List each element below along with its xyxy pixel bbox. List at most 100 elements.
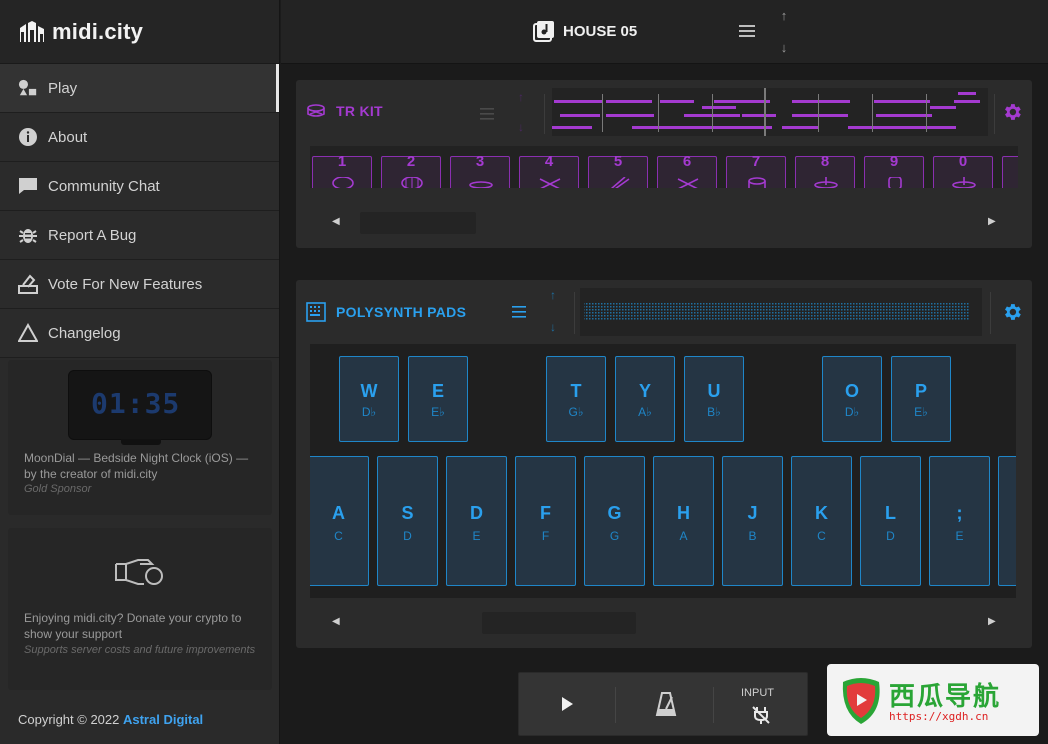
tr-kit-pad-strip: 1 2 3 4 5 6 7 8 9 0 (310, 146, 1018, 188)
synth-key-s[interactable]: SD (377, 456, 438, 586)
tr-kit-scrollbar[interactable]: ◀ ▶ (326, 212, 1006, 234)
tr-kit-pad-8[interactable]: 8 (795, 153, 855, 188)
tr-kit-pattern-graphic (552, 88, 980, 136)
synth-key-d[interactable]: DE (446, 456, 507, 586)
synth-key-o[interactable]: O D♭ (822, 356, 882, 442)
tr-kit-pad-partial[interactable] (1002, 156, 1018, 188)
polysynth-settings-gear-icon[interactable] (1001, 301, 1023, 323)
scroll-right-arrow-icon[interactable]: ▶ (988, 616, 996, 627)
tr-kit-sequence-preview[interactable] (552, 88, 988, 136)
polysynth-menu-icon[interactable] (512, 306, 526, 318)
song-selector[interactable]: HOUSE 05 (533, 20, 637, 42)
tr-kit-pad-5[interactable]: 5 (588, 153, 648, 188)
sponsor-tier: Gold Sponsor (24, 483, 92, 495)
key-letter: F (540, 503, 551, 523)
key-letter: K (815, 503, 828, 523)
synth-key-y[interactable]: Y A♭ (615, 356, 675, 442)
tr-kit-panel: TR KIT ↑ ↓ 1 2 3 4 5 6 7 8 9 0 ◀ ▶ (296, 80, 1032, 248)
tr-kit-pad-6[interactable]: 6 (657, 153, 717, 188)
key-letter: E (431, 381, 444, 401)
synth-key-k[interactable]: KC (791, 456, 852, 586)
song-prev-arrow-icon[interactable]: ↑ (777, 8, 791, 23)
synth-key-semicolon[interactable]: ; E (929, 456, 990, 586)
pad-number: 2 (406, 153, 416, 170)
key-letter: L (885, 503, 896, 523)
scroll-right-arrow-icon[interactable]: ▶ (988, 216, 996, 227)
menu-icon[interactable] (739, 24, 755, 38)
key-letter: A (332, 503, 345, 523)
triangle-icon (18, 323, 38, 343)
watermark-url: https://xgdh.cn (889, 710, 989, 723)
key-letter: J (747, 503, 758, 523)
tr-kit-pad-9[interactable]: 9 (864, 153, 924, 188)
synth-key-l[interactable]: LD (860, 456, 921, 586)
divider (713, 687, 714, 723)
synth-key-f[interactable]: FF (515, 456, 576, 586)
scrollbar-thumb[interactable] (360, 212, 476, 234)
synth-key-partial[interactable] (998, 456, 1016, 586)
drum-sound-icon (332, 177, 354, 188)
polysynth-down-arrow-icon[interactable]: ↓ (550, 320, 556, 334)
tr-kit-up-arrow-icon[interactable]: ↑ (518, 90, 524, 104)
key-letter: G (607, 503, 622, 523)
tr-kit-menu-icon[interactable] (480, 108, 494, 120)
metronome-icon[interactable] (654, 691, 678, 717)
polysynth-up-arrow-icon[interactable]: ↑ (550, 288, 556, 302)
tr-kit-header: TR KIT (306, 102, 383, 120)
key-note: C (817, 529, 826, 543)
music-library-icon (533, 21, 554, 42)
synth-key-u[interactable]: U B♭ (684, 356, 744, 442)
company-link[interactable]: Astral Digital (123, 712, 203, 727)
tr-kit-settings-gear-icon[interactable] (1001, 101, 1023, 123)
copyright: Copyright © 2022 Astral Digital (18, 712, 203, 727)
song-next-arrow-icon[interactable]: ↓ (777, 40, 791, 55)
synth-key-j[interactable]: JB (722, 456, 783, 586)
nav-label: Vote For New Features (48, 275, 203, 293)
nav-item-community-chat[interactable]: Community Chat (0, 162, 279, 211)
nav-item-report-bug[interactable]: Report A Bug (0, 211, 279, 260)
tr-kit-pad-2[interactable]: 2 (381, 153, 441, 188)
song-title: HOUSE 05 (563, 22, 638, 40)
synth-key-g[interactable]: GG (584, 456, 645, 586)
tr-kit-pad-0[interactable]: 0 (933, 153, 993, 188)
tr-kit-pad-7[interactable]: 7 (726, 153, 786, 188)
sponsor-card[interactable]: 01:35 MoonDial — Bedside Night Clock (iO… (8, 360, 272, 515)
tr-kit-pad-4[interactable]: 4 (519, 153, 579, 188)
scroll-left-arrow-icon[interactable]: ◀ (332, 616, 340, 627)
clock-stand (121, 439, 161, 445)
clock-image: 01:35 (68, 370, 212, 445)
scrollbar-thumb[interactable] (482, 612, 636, 634)
synth-key-a[interactable]: AC (310, 456, 369, 586)
synth-key-p[interactable]: P E♭ (891, 356, 951, 442)
scroll-left-arrow-icon[interactable]: ◀ (332, 216, 340, 227)
key-note: B (748, 529, 757, 543)
tr-kit-pad-3[interactable]: 3 (450, 153, 510, 188)
drum-sound-icon (401, 177, 423, 188)
synth-key-h[interactable]: HA (653, 456, 714, 586)
synth-key-w[interactable]: W D♭ (339, 356, 399, 442)
nav-item-vote-features[interactable]: Vote For New Features (0, 260, 279, 309)
drum-sound-icon (952, 177, 976, 188)
synth-key-t[interactable]: T G♭ (546, 356, 606, 442)
divider (544, 94, 545, 134)
play-icon[interactable] (559, 695, 575, 713)
pad-number: 9 (889, 153, 899, 170)
keyboard-grid-icon (306, 302, 326, 322)
tr-kit-pad-1[interactable]: 1 (312, 153, 372, 188)
brand[interactable]: midi.city (0, 0, 279, 64)
nav-item-play[interactable]: Play (0, 64, 279, 113)
topbar: HOUSE 05 ↑ ↓ (281, 0, 1048, 64)
donate-card[interactable]: Enjoying midi.city? Donate your crypto t… (8, 528, 272, 690)
polysynth-sequence-preview[interactable] (580, 288, 982, 336)
polysynth-scrollbar[interactable]: ◀ ▶ (326, 612, 1006, 634)
polysynth-panel: POLYSYNTH PADS ↑ ↓ W D♭ E E♭ T G♭ Y A♭ U B♭ O D♭ P E♭… (296, 280, 1032, 648)
tr-kit-down-arrow-icon[interactable]: ↓ (518, 120, 524, 134)
drum-sound-icon (814, 177, 838, 188)
polysynth-keyboard: W D♭ E E♭ T G♭ Y A♭ U B♭ O D♭ P E♭ A C S D D E F F G G H A J B K C L D;… (310, 344, 1016, 598)
nav-item-changelog[interactable]: Changelog (0, 309, 279, 358)
drum-kit-icon (307, 104, 325, 117)
nav-item-about[interactable]: About (0, 113, 279, 162)
midi-input-plug-icon[interactable] (751, 705, 771, 725)
nav-label: About (48, 128, 88, 146)
synth-key-e[interactable]: E E♭ (408, 356, 468, 442)
